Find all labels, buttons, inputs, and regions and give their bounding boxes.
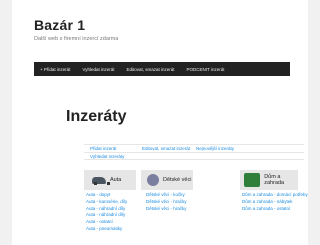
category-links-home-garden: Dům a zahrada - domácí potřeby Dům a zah… bbox=[242, 192, 308, 212]
nav-promote-listing[interactable]: PODCENIT inzerát bbox=[181, 67, 231, 72]
category-link[interactable]: Dům a zahrada - ostatní bbox=[242, 206, 308, 213]
category-header-cars[interactable]: Auta bbox=[84, 170, 136, 190]
search-listings-link[interactable]: Vyhledat inzeráty bbox=[84, 154, 142, 159]
site-title[interactable]: Bazár 1 bbox=[34, 17, 85, 33]
category-label: Dům a zahrada bbox=[264, 174, 285, 186]
category-links-kids: Dětské věci - kočky Dětské věci - hračky… bbox=[146, 192, 187, 212]
nav-search-listing[interactable]: Vyhledat inzerát bbox=[76, 67, 120, 72]
category-link[interactable]: Auta - pneumatiky bbox=[86, 226, 127, 233]
nav-add-listing[interactable]: + Přidat inzerát bbox=[34, 67, 76, 72]
category-link[interactable]: Auta - náhradní díly bbox=[86, 212, 127, 219]
page-title: Inzeráty bbox=[66, 108, 127, 125]
quick-links-row: Vyhledat inzeráty bbox=[84, 152, 304, 160]
category-link[interactable]: Dětské věci - kočky bbox=[146, 192, 187, 199]
page-container: Bazár 1 Další web s firemní inzercí zdar… bbox=[12, 0, 308, 245]
category-link[interactable]: Dům a zahrada - nábytek bbox=[242, 199, 308, 206]
main-navigation: + Přidat inzerát Vyhledat inzerát Editov… bbox=[34, 62, 290, 76]
kids-icon bbox=[147, 174, 159, 186]
nav-edit-listing[interactable]: Editovat, smazat inzerát bbox=[121, 67, 181, 72]
site-description: Další web s firemní inzercí zdarma bbox=[34, 36, 119, 42]
newest-listings-link[interactable]: Nejnovější inzeráty bbox=[196, 146, 256, 151]
add-listing-link[interactable]: Přidat inzerát bbox=[84, 146, 142, 151]
category-link[interactable]: Auta - ostatní bbox=[86, 219, 127, 226]
category-link[interactable]: Auta - náhradní díly bbox=[86, 206, 127, 213]
category-grid: Auta Dětské věci Dům a zahrada Auta - do… bbox=[84, 170, 320, 245]
quick-links: Přidat inzerát Editovat, smazat inzerát … bbox=[84, 144, 304, 160]
category-links-cars: Auta - dopyt Auta - karosérie, díly Auta… bbox=[86, 192, 127, 233]
category-link[interactable]: Dětské věci - hračky bbox=[146, 199, 187, 206]
category-link[interactable]: Dům a zahrada - domácí potřeby bbox=[242, 192, 308, 199]
car-icon bbox=[92, 176, 110, 185]
category-label: Auta bbox=[110, 177, 122, 183]
edit-listing-link[interactable]: Editovat, smazat inzerát bbox=[142, 146, 196, 151]
quick-links-row: Přidat inzerát Editovat, smazat inzerát … bbox=[84, 144, 304, 152]
category-link[interactable]: Auta - dopyt bbox=[86, 192, 127, 199]
category-header-home-garden[interactable]: Dům a zahrada bbox=[240, 170, 298, 190]
home-icon bbox=[244, 173, 261, 187]
category-link[interactable]: Auta - karosérie, díly bbox=[86, 199, 127, 206]
category-header-kids[interactable]: Dětské věci bbox=[141, 170, 193, 190]
category-label: Dětské věci bbox=[163, 177, 192, 183]
category-link[interactable]: Dětské věci - hračky bbox=[146, 206, 187, 213]
